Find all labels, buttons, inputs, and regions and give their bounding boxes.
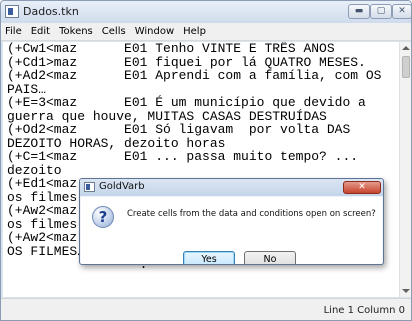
- editor-line: (+Ad2<maz E01 Aprendi com a família, com…: [7, 68, 382, 83]
- window-title: Dados.tkn: [23, 5, 79, 18]
- editor-line: PAIS…: [7, 81, 47, 97]
- editor-line: DEZOITO HORAS, dezoito horas: [7, 135, 226, 151]
- yes-button[interactable]: Yes: [183, 251, 235, 264]
- scroll-down-arrow-icon[interactable]: [402, 289, 410, 293]
- minimize-button[interactable]: ▬: [348, 4, 370, 19]
- goldvarb-dialog: GoldVarb ✕ ? Create cells from the data …: [79, 178, 384, 265]
- editor-line: (+Od2<maz E01 Só ligavam por volta DAS: [7, 122, 351, 137]
- dialog-body: ? Create cells from the data and conditi…: [81, 197, 382, 264]
- editor-line: (+Cw1<maz E01 Tenho VINTE E TRÊS ANOS: [7, 42, 335, 56]
- menu-edit[interactable]: Edit: [31, 26, 50, 37]
- close-button[interactable]: ✕: [392, 4, 411, 19]
- menu-file[interactable]: File: [5, 26, 22, 37]
- question-icon: ?: [92, 206, 114, 228]
- status-bar: Line 1 Column 0: [1, 298, 411, 320]
- editor-line: (+E=3<maz E01 É um município que devido …: [7, 95, 366, 110]
- menu-tokens[interactable]: Tokens: [59, 26, 93, 37]
- maximize-button[interactable]: ▢: [370, 4, 392, 19]
- scroll-thumb[interactable]: [402, 56, 410, 78]
- app-window: Dados.tkn ▬ ▢ ✕ File Edit Tokens Cells W…: [0, 0, 412, 321]
- editor-line: dezoito: [7, 162, 62, 178]
- menu-window[interactable]: Window: [135, 26, 174, 37]
- vertical-scrollbar[interactable]: [399, 42, 411, 297]
- menu-bar: File Edit Tokens Cells Window Help: [1, 23, 411, 41]
- menu-cells[interactable]: Cells: [102, 26, 126, 37]
- dialog-message: Create cells from the data and condition…: [127, 209, 376, 219]
- editor-line: guerra que houve, MUITAS CASAS DESTRUÍDA…: [7, 108, 327, 124]
- scroll-up-arrow-icon[interactable]: [402, 46, 410, 50]
- dialog-title-bar: GoldVarb ✕: [80, 179, 383, 196]
- dialog-app-icon: [84, 182, 95, 192]
- cursor-position: Line 1 Column 0: [323, 305, 405, 316]
- editor-line: (+C=1<maz E01 ... passa muito tempo? ...: [7, 149, 359, 164]
- menu-help[interactable]: Help: [183, 26, 206, 37]
- no-button[interactable]: No: [244, 251, 296, 264]
- editor-line: (+Cd1>maz E01 fiquei por lá QUATRO MESES…: [7, 54, 366, 70]
- dialog-title: GoldVarb: [99, 181, 145, 192]
- app-icon: [5, 5, 19, 18]
- title-bar: Dados.tkn ▬ ▢ ✕: [1, 1, 411, 23]
- dialog-close-button[interactable]: ✕: [343, 181, 381, 194]
